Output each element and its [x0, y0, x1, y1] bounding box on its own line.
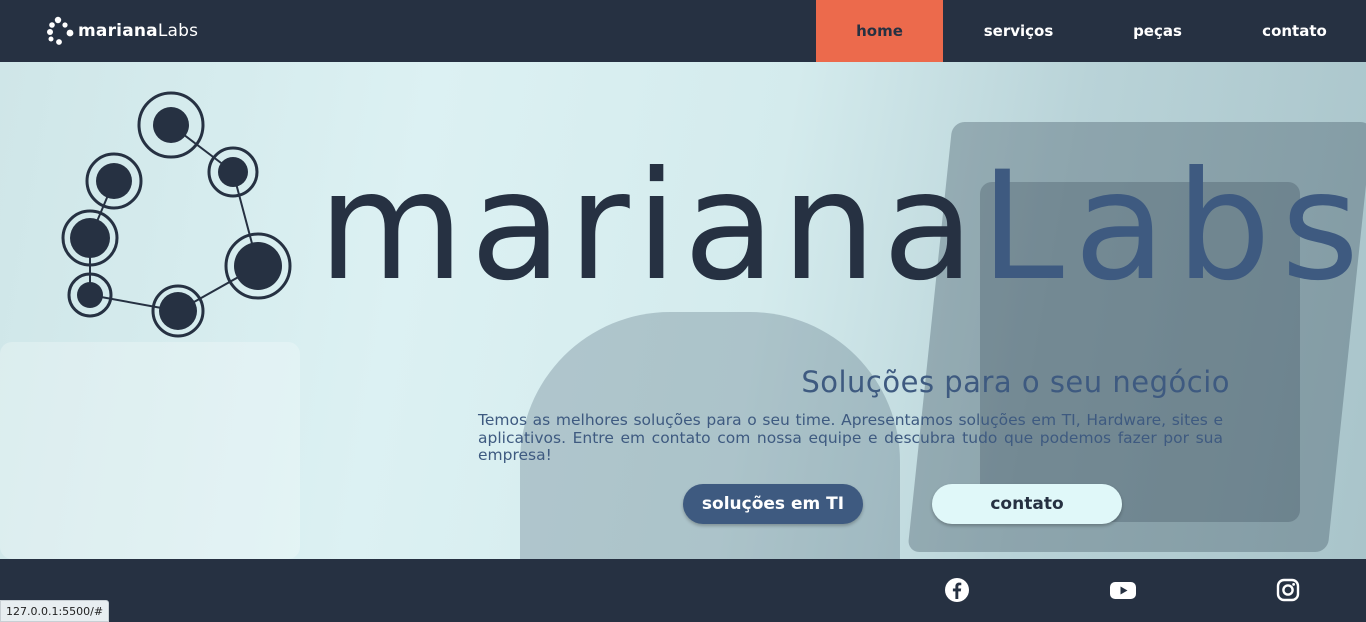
facebook-icon[interactable] [944, 577, 970, 603]
contato-button[interactable]: contato [932, 484, 1122, 524]
hero-tagline: Soluções para o seu negócio [801, 365, 1230, 399]
hero-section: mariana Labs Soluções para o seu negócio… [0, 62, 1366, 559]
molecule-logo-large-icon [61, 91, 292, 338]
hero-description: Temos as melhores soluções para o seu ti… [478, 411, 1223, 464]
nav-pecas[interactable]: peças [1094, 0, 1221, 62]
hero-brand-title: mariana Labs [318, 132, 1366, 302]
footer [0, 559, 1366, 622]
brand-bold-text: mariana [318, 140, 981, 314]
solucoes-ti-button[interactable]: soluções em TI [683, 484, 863, 524]
brand-light-text: Labs [980, 140, 1366, 314]
nav-home[interactable]: home [816, 0, 943, 62]
nav-contato[interactable]: contato [1231, 0, 1358, 62]
molecule-logo-icon [47, 16, 74, 45]
instagram-icon[interactable] [1275, 577, 1301, 603]
header-logo-text: marianaLabs [78, 21, 199, 41]
header-logo[interactable]: marianaLabs [46, 16, 198, 46]
background-photo-table [0, 342, 300, 559]
top-navbar: marianaLabs home serviços peças contato [0, 0, 1366, 62]
nav-servicos[interactable]: serviços [955, 0, 1082, 62]
youtube-icon[interactable] [1109, 577, 1137, 603]
browser-status-url: 127.0.0.1:5500/# [0, 600, 110, 622]
